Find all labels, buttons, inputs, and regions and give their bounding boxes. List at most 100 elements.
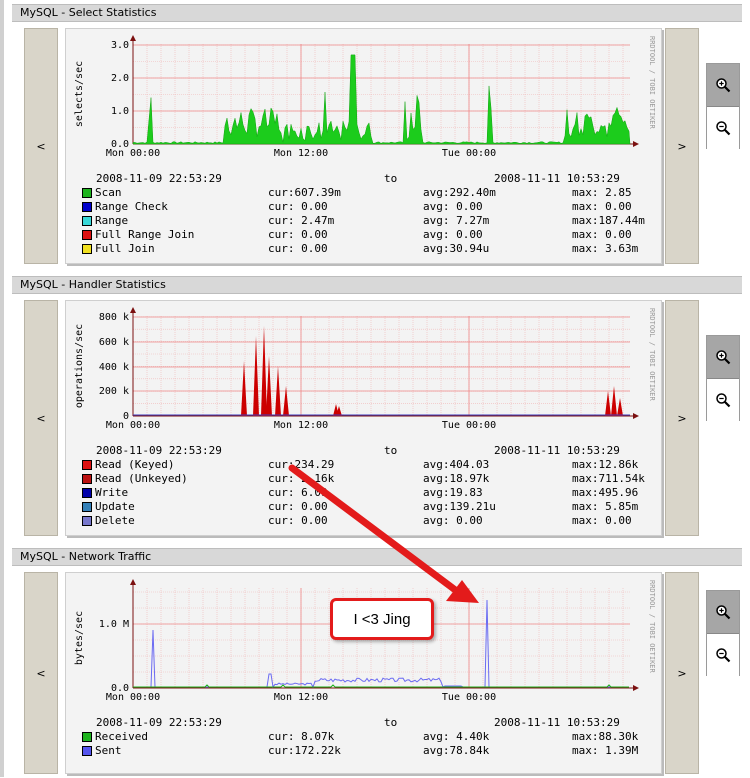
legend-max: max: 0.00: [572, 514, 632, 527]
zoom-in-button[interactable]: [707, 336, 739, 379]
legend-name: Read (Keyed): [95, 458, 175, 471]
y-axis-arrow: [130, 307, 136, 313]
legend-name: Received: [95, 730, 148, 743]
legend-cur: cur: 0.00: [268, 200, 328, 213]
read-unkeyed-spike: [241, 361, 247, 416]
zoom-out-button[interactable]: [707, 379, 739, 421]
read-unkeyed-spike: [617, 398, 623, 416]
x-tick-label: Mon 12:00: [274, 420, 328, 431]
range-to-label: to: [384, 444, 398, 457]
legend-cur: cur:172.22k: [268, 744, 341, 757]
y-tick-label: 3.0: [111, 40, 129, 51]
x-axis-arrow: [633, 685, 639, 691]
next-button[interactable]: >: [665, 572, 699, 774]
legend-cur: cur:234.29: [268, 458, 335, 471]
legend-max: max:12.86k: [572, 458, 639, 471]
legend-cur: cur:607.39m: [268, 186, 341, 199]
zoom-out-button[interactable]: [707, 634, 739, 676]
legend-name: Full Join: [95, 242, 155, 255]
prev-button[interactable]: <: [24, 572, 58, 774]
legend-avg: avg:292.40m: [423, 186, 496, 199]
legend-max: max: 1.39M: [572, 744, 639, 757]
legend-cur: cur: 0.00: [268, 228, 328, 241]
legend-name: Sent: [95, 744, 122, 757]
annotation-callout: I <3 Jing: [330, 598, 434, 640]
range-from: 2008-11-09 22:53:29: [96, 444, 222, 457]
section-handler-statistics: MySQL - Handler Statistics < 800 k 600 k 4…: [12, 276, 742, 540]
zoom-in-button[interactable]: [707, 591, 739, 634]
legend-swatch: [82, 460, 92, 470]
y-tick-label: 2.0: [111, 73, 129, 84]
zoom-in-icon: [716, 605, 731, 620]
legend-avg: avg:404.03: [423, 458, 490, 471]
y-tick-label: 800 k: [99, 312, 129, 323]
zoom-out-button[interactable]: [707, 107, 739, 149]
read-unkeyed-spike: [283, 386, 289, 416]
legend-swatch: [82, 732, 92, 742]
legend-name: Range Check: [95, 200, 168, 213]
y-axis-arrow: [130, 579, 136, 585]
legend-swatch: [82, 516, 92, 526]
legend-max: max: 2.85: [572, 186, 632, 199]
legend-avg: avg: 7.27m: [423, 214, 490, 227]
prev-button[interactable]: <: [24, 300, 58, 536]
legend-swatch: [82, 230, 92, 240]
range-from: 2008-11-09 22:53:29: [96, 716, 222, 729]
rrdtool-watermark: RRDTOOL / TOBI OETIKER: [648, 36, 656, 130]
zoom-in-icon: [716, 350, 731, 365]
read-unkeyed-spike: [266, 356, 272, 416]
legend-cur: cur: 0.00: [268, 242, 328, 255]
legend-max: max:711.54k: [572, 472, 645, 485]
legend-avg: avg:18.97k: [423, 472, 490, 485]
handler-statistics-graph: 800 k 600 k 400 k 200 k 0 Mon 00:00 Mon 12:00 T…: [65, 300, 662, 536]
section-title: MySQL - Network Traffic: [12, 548, 742, 566]
legend-swatch: [82, 216, 92, 226]
range-from: 2008-11-09 22:53:29: [96, 172, 222, 185]
zoom-controls: [706, 335, 740, 421]
x-tick-label: Mon 00:00: [106, 692, 160, 703]
x-tick-label: Tue 00:00: [442, 148, 496, 159]
section-title: MySQL - Handler Statistics: [12, 276, 742, 294]
legend-name: Update: [95, 500, 135, 513]
range-to: 2008-11-11 10:53:29: [494, 716, 620, 729]
y-tick-label: 600 k: [99, 337, 129, 348]
legend-avg: avg: 0.00: [423, 228, 483, 241]
read-unkeyed-spike: [261, 326, 267, 416]
zoom-in-icon: [716, 78, 731, 93]
next-button[interactable]: >: [665, 28, 699, 264]
legend-swatch: [82, 746, 92, 756]
legend-name: Read (Unkeyed): [95, 472, 188, 485]
legend-avg: avg: 4.40k: [423, 730, 490, 743]
range-to: 2008-11-11 10:53:29: [494, 172, 620, 185]
select-statistics-graph: 3.0 2.0 1.0 0.0 Mon 00:00 Mon 12:00 Tue 00:00 s…: [65, 28, 662, 264]
zoom-out-icon: [716, 393, 731, 408]
legend-max: max: 3.63m: [572, 242, 639, 255]
section-title: MySQL - Select Statistics: [12, 4, 742, 22]
y-tick-label: 400 k: [99, 362, 129, 373]
legend-swatch: [82, 202, 92, 212]
zoom-in-button[interactable]: [707, 64, 739, 107]
rrdtool-watermark: RRDTOOL / TOBI OETIKER: [648, 308, 656, 402]
y-axis-arrow: [130, 35, 136, 41]
next-button[interactable]: >: [665, 300, 699, 536]
legend-avg: avg:19.83: [423, 486, 483, 499]
left-edge: [0, 0, 4, 777]
read-unkeyed-spike: [611, 386, 617, 416]
y-axis-label: bytes/sec: [74, 611, 85, 665]
legend-name: Range: [95, 214, 129, 227]
section-select-statistics: MySQL - Select Statistics < 3.0 2.0 1.0 0.0…: [12, 4, 742, 268]
prev-button[interactable]: <: [24, 28, 58, 264]
legend-avg: avg:78.84k: [423, 744, 490, 757]
legend-swatch: [82, 188, 92, 198]
range-to-label: to: [384, 172, 398, 185]
x-tick-label: Mon 00:00: [106, 148, 160, 159]
y-tick-label: 1.0 M: [99, 619, 129, 630]
zoom-controls: [706, 590, 740, 676]
legend-max: max: 0.00: [572, 200, 632, 213]
x-axis-arrow: [633, 413, 639, 419]
legend-max: max:187.44m: [572, 214, 645, 227]
x-axis-arrow: [633, 141, 639, 147]
section-network-traffic: MySQL - Network Traffic < 1.0 M 0.0 Mon 00…: [12, 548, 742, 778]
rrdtool-watermark: RRDTOOL / TOBI OETIKER: [648, 580, 656, 674]
zoom-controls: [706, 63, 740, 149]
